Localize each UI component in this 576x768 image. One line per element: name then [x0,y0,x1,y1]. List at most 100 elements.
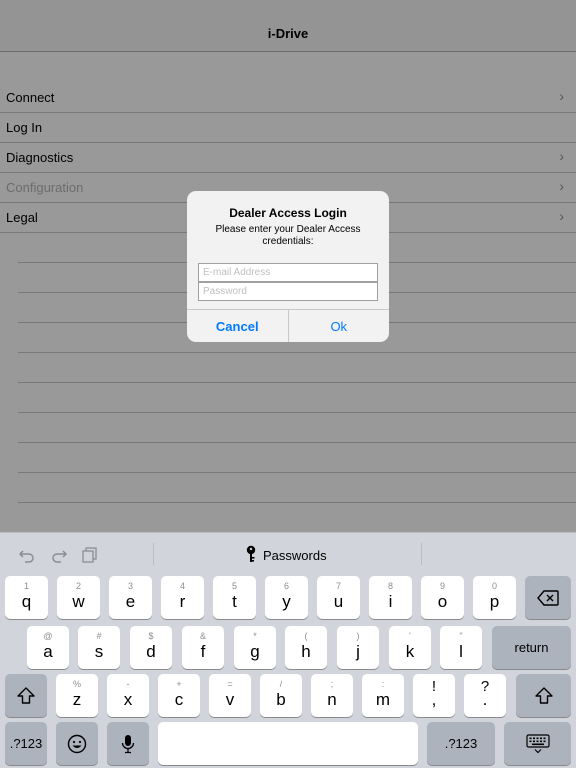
delete-key[interactable] [525,576,571,619]
key-label: j [356,642,360,661]
key-z[interactable]: % z [56,674,98,717]
key-alt-label: * [253,631,257,641]
shift-key-right[interactable] [516,674,571,717]
undo-icon[interactable] [18,546,36,564]
key-q[interactable]: 1q [5,576,48,619]
cancel-button[interactable]: Cancel [187,310,289,342]
key-label: c [174,690,184,709]
key-j[interactable]: ) j [337,626,379,669]
key-alt-label: $ [148,631,154,641]
key-label: g [250,642,260,661]
emoji-key[interactable] [56,722,98,765]
emoji-icon [56,722,98,765]
key-e[interactable]: 3e [109,576,152,619]
key-label: f [200,642,206,661]
key-b[interactable]: / b [260,674,302,717]
key-label: z [72,690,82,709]
key-icon [245,545,257,566]
key-label: l [459,642,463,661]
key-alt-label: % [72,679,81,689]
return-key[interactable]: return [492,626,571,669]
passwords-button[interactable]: Passwords [245,545,327,566]
key-t[interactable]: 5t [213,576,256,619]
key-k[interactable]: ' k [389,626,431,669]
key-label: y [282,592,291,611]
shift-key-left[interactable] [5,674,47,717]
key-u[interactable]: 7u [317,576,360,619]
key-label: n [327,690,337,709]
dealer-login-alert: Dealer Access Login Please enter your De… [187,191,389,342]
key-y[interactable]: 6y [265,576,308,619]
return-key-label: return [514,640,549,655]
key-label: s [94,642,104,661]
key-d[interactable]: $ d [130,626,172,669]
key-alt-label: & [199,631,206,641]
key-alt-label: : [381,679,385,689]
key-alt-label: # [96,631,102,641]
key-label: t [232,592,237,611]
key-m[interactable]: :m [362,674,404,717]
toolbar-divider [153,543,154,565]
key-v[interactable]: = v [209,674,251,717]
password-input[interactable] [198,282,378,301]
space-bar[interactable] [158,722,418,765]
key-alt-label: ' [409,631,411,641]
key-i[interactable]: 8i [369,576,412,619]
key-label: h [301,642,311,661]
key-c[interactable]: + c [158,674,200,717]
dismiss-keyboard-key[interactable] [504,722,571,765]
key-alt-label: " [459,631,463,641]
key-label: w [72,592,85,611]
key-alt-label: + [176,679,182,689]
alert-message: Please enter your Dealer Access credenti… [215,224,361,247]
key-alt-label: 2 [75,581,81,591]
key-alt-label: 7 [335,581,341,591]
numbers-key-left[interactable]: .?123 [5,722,47,765]
key-label: p [489,592,500,611]
key-label: v [225,690,235,709]
key-r[interactable]: 4r [161,576,204,619]
key-g[interactable]: * g [234,626,276,669]
paste-icon[interactable] [81,546,99,564]
key-n[interactable]: ; n [311,674,353,717]
key-a[interactable]: @ a [27,626,69,669]
keyboard-dismiss-icon [504,722,571,765]
backspace-icon [525,576,571,619]
key-alt-label: 5 [231,581,237,591]
key-h[interactable]: (h [285,626,327,669]
key-alt-label: 3 [127,581,133,591]
key-alt-label: 0 [491,581,497,591]
key-f[interactable]: & f [182,626,224,669]
key-comma[interactable]: !, [413,674,455,717]
ok-button[interactable]: Ok [289,310,390,342]
key-alt-label: 4 [179,581,185,591]
key-alt-label: - [126,679,130,689]
key-alt-label: 1 [23,581,29,591]
key-alt-label: @ [43,631,53,641]
key-alt-label: 6 [283,581,289,591]
key-label: k [405,642,415,661]
redo-icon[interactable] [50,546,68,564]
key-s[interactable]: # s [78,626,120,669]
email-input[interactable] [198,263,378,282]
key-alt-label: / [279,679,283,689]
microphone-icon [107,722,149,765]
key-x[interactable]: -x [107,674,149,717]
key-label: o [437,592,448,611]
keyboard-toolbar: Passwords [0,533,576,576]
space-bar-label [158,722,418,765]
key-alt-label: ( [304,631,308,641]
key-alt-label: ) [356,631,360,641]
key-w[interactable]: 2w [57,576,100,619]
numbers-key-label: .?123 [9,736,43,751]
key-p[interactable]: 0p [473,576,516,619]
key-period[interactable]: ?. [464,674,506,717]
dictation-key[interactable] [107,722,149,765]
key-o[interactable]: 9o [421,576,464,619]
key-alt-label: 8 [387,581,393,591]
key-label: m [375,690,391,709]
key-label: . [482,690,488,709]
key-label: b [276,690,286,709]
key-l[interactable]: " l [440,626,482,669]
numbers-key-right[interactable]: .?123 [427,722,495,765]
